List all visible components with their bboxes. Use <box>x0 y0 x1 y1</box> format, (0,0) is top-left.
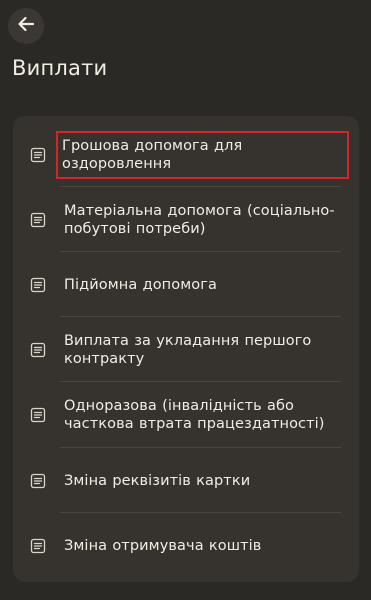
menu-item-label: Одноразова (інвалідність або часткова вт… <box>64 398 325 432</box>
menu-item-change-card-details[interactable]: Зміна реквізитів картки <box>13 448 359 513</box>
document-icon <box>29 537 47 555</box>
document-icon <box>29 211 47 229</box>
page-title: Виплати <box>12 56 108 80</box>
menu-item-label: Зміна отримувача коштів <box>64 537 262 554</box>
menu-item-material-aid[interactable]: Матеріальна допомога (соціально-побутові… <box>13 187 359 252</box>
document-icon <box>29 341 47 359</box>
menu-item-label: Підйомна допомога <box>64 276 217 293</box>
menu-item-label: Виплата за укладання першого контракту <box>64 332 312 367</box>
menu-item-label: Зміна реквізитів картки <box>64 472 251 489</box>
back-button[interactable] <box>8 8 44 44</box>
menu-item-first-contract-payment[interactable]: Виплата за укладання першого контракту <box>13 317 359 382</box>
arrow-left-icon <box>16 14 36 38</box>
menu-item-relocation-aid[interactable]: Підйомна допомога <box>13 252 359 317</box>
payments-menu-card: Грошова допомога для оздоровлення Матері… <box>13 116 359 582</box>
menu-item-change-recipient[interactable]: Зміна отримувача коштів <box>13 513 359 578</box>
menu-item-health-aid[interactable]: Грошова допомога для оздоровлення <box>13 122 359 187</box>
document-icon <box>29 146 47 164</box>
document-icon <box>29 406 47 424</box>
menu-item-label: Грошова допомога для оздоровлення <box>56 130 349 179</box>
payments-menu-list: Грошова допомога для оздоровлення Матері… <box>13 122 359 578</box>
document-icon <box>29 472 47 490</box>
menu-item-one-time-payment[interactable]: Одноразова (інвалідність або часткова вт… <box>13 382 359 448</box>
menu-item-label: Матеріальна допомога (соціально-побутові… <box>64 202 335 237</box>
document-icon <box>29 276 47 294</box>
